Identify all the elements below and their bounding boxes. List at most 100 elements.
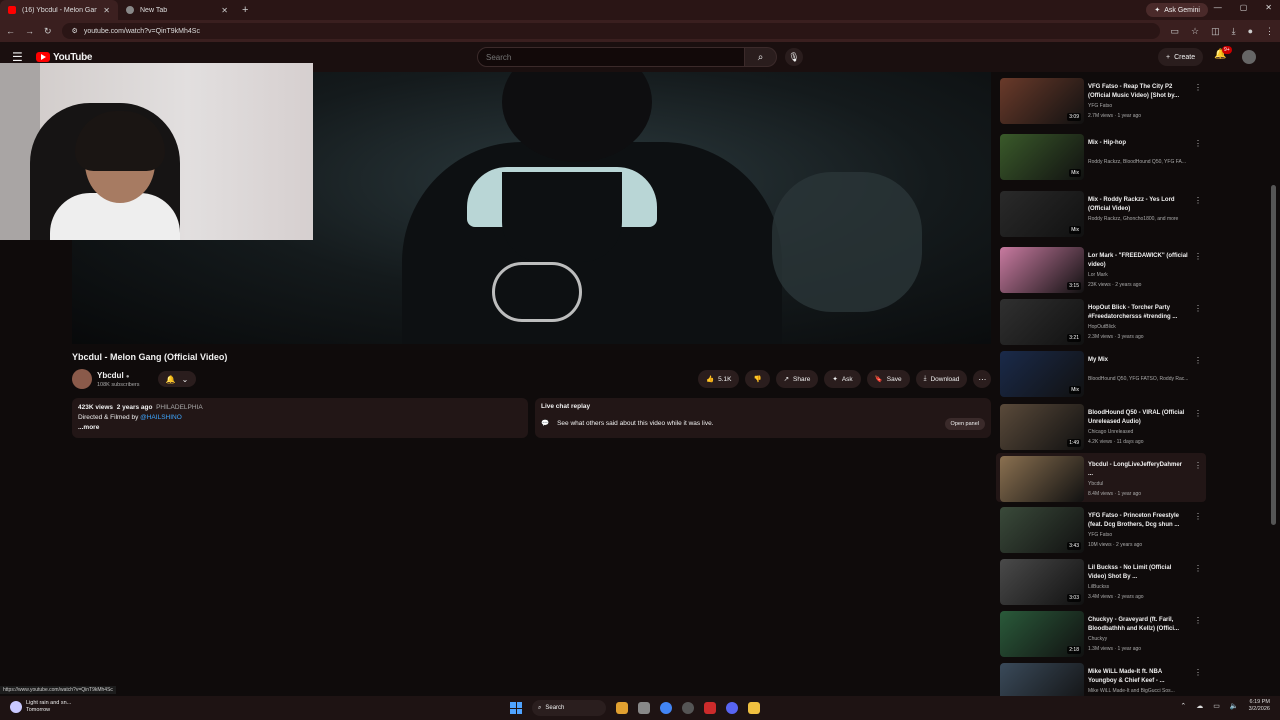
- video-thumbnail[interactable]: 3:03: [1000, 559, 1084, 605]
- volume-icon[interactable]: 🔈: [1230, 702, 1239, 710]
- video-thumbnail[interactable]: [1000, 456, 1084, 502]
- minimize-icon[interactable]: —: [1214, 3, 1222, 12]
- list-item[interactable]: 2:18 Chuckyy - Graveyard (ft. Faril, Bloo…: [996, 608, 1206, 657]
- hamburger-menu-icon[interactable]: ☰: [12, 50, 28, 64]
- more-vertical-icon[interactable]: ⋮: [1194, 252, 1202, 261]
- adobe-icon[interactable]: [704, 702, 716, 714]
- list-item[interactable]: Mix My Mix BloodHound Q50, YFG FATSO, Rodd…: [996, 348, 1206, 397]
- list-item[interactable]: 3:21 HopOut Blick - Torcher Party #Freeda…: [996, 296, 1206, 345]
- channel-name[interactable]: Ybcdul: [1088, 481, 1103, 487]
- channel-name[interactable]: HopOutBlick: [1088, 324, 1116, 330]
- obs-icon[interactable]: [682, 702, 694, 714]
- bookmark-star-icon[interactable]: ☆: [1191, 26, 1199, 37]
- credit-handle-link[interactable]: @HAILSHINO: [140, 414, 182, 421]
- browser-menu-icon[interactable]: ⋮: [1265, 26, 1274, 37]
- video-title[interactable]: Lil Buckss - No Limit (Official Video) S…: [1088, 564, 1188, 582]
- channel-name[interactable]: Chicago Unreleased: [1088, 429, 1133, 435]
- video-title[interactable]: Lor Mark - "FREEDAWICK" (official video): [1088, 252, 1188, 270]
- folder-icon[interactable]: [748, 702, 760, 714]
- search-input[interactable]: [477, 47, 745, 67]
- dislike-button[interactable]: 👎: [745, 370, 770, 388]
- url-field[interactable]: ⚙ youtube.com/watch?v=QinT9kMh4Sc: [61, 23, 1161, 39]
- open-panel-button[interactable]: Open panel: [944, 418, 985, 430]
- video-title[interactable]: VFG Fatso - Reap The City P2 (Official M…: [1088, 83, 1188, 101]
- more-vertical-icon[interactable]: ⋮: [1194, 668, 1202, 677]
- reload-icon[interactable]: ↻: [44, 26, 52, 37]
- like-button[interactable]: 👍 5.1K: [698, 370, 740, 388]
- location-tag[interactable]: PHILADELPHIA: [156, 404, 203, 411]
- list-item[interactable]: Mix Mix - Hip-hop Roddy Rackzz, BloodHound…: [996, 131, 1206, 180]
- discord-icon[interactable]: [726, 702, 738, 714]
- network-icon[interactable]: ▭: [1213, 702, 1220, 710]
- youtube-logo[interactable]: YouTube: [36, 52, 93, 63]
- more-vertical-icon[interactable]: ⋮: [1194, 512, 1202, 521]
- video-thumbnail[interactable]: 3:09: [1000, 78, 1084, 124]
- more-vertical-icon[interactable]: ⋮: [1194, 461, 1202, 470]
- more-vertical-icon[interactable]: ⋮: [1194, 409, 1202, 418]
- widgets-icon[interactable]: [616, 702, 628, 714]
- channel-name[interactable]: Roddy Rackzz, Ghoncho1800, and more: [1088, 216, 1178, 222]
- video-title[interactable]: Ybcdul - LongLiveJefferyDahmer ...: [1088, 461, 1188, 479]
- video-title[interactable]: YFG Fatso - Princeton Freestyle (feat. D…: [1088, 512, 1188, 530]
- cloud-icon[interactable]: ☁: [1196, 702, 1203, 710]
- list-item[interactable]: 3:15 Lor Mark - "FREEDAWICK" (official vi…: [996, 244, 1206, 293]
- browser-tab-new[interactable]: New Tab ✕: [118, 0, 236, 20]
- windows-start-icon[interactable]: [510, 702, 522, 714]
- more-vertical-icon[interactable]: ⋮: [1194, 196, 1202, 205]
- download-icon[interactable]: ⤓: [1232, 26, 1236, 37]
- show-more-link[interactable]: ...more: [78, 423, 522, 433]
- sidepanel-icon[interactable]: ◫: [1211, 26, 1220, 37]
- video-thumbnail[interactable]: 2:18: [1000, 611, 1084, 657]
- site-info-icon[interactable]: ⚙: [72, 27, 78, 35]
- list-item[interactable]: 3:43 YFG Fatso - Princeton Freestyle (fea…: [996, 504, 1206, 553]
- list-item[interactable]: Mix Mix - Roddy Rackzz - Yes Lord (Offici…: [996, 188, 1206, 237]
- clock[interactable]: 6:19 PM 3/2/2026: [1249, 699, 1270, 713]
- channel-name[interactable]: YFG Fatso: [1088, 103, 1112, 109]
- cast-icon[interactable]: ▭: [1170, 26, 1179, 37]
- video-thumbnail[interactable]: 3:43: [1000, 507, 1084, 553]
- video-title[interactable]: Mix - Hip-hop: [1088, 139, 1188, 148]
- page-scrollbar[interactable]: [1271, 185, 1276, 525]
- maximize-icon[interactable]: ▢: [1240, 3, 1248, 12]
- close-window-icon[interactable]: ✕: [1265, 3, 1272, 12]
- more-vertical-icon[interactable]: ⋮: [1194, 304, 1202, 313]
- list-item[interactable]: Mike WiLL Made-It ft. NBA Youngboy & Chi…: [996, 660, 1206, 696]
- channel-name[interactable]: BloodHound Q50, YFG FATSO, Roddy Rac...: [1088, 376, 1188, 382]
- video-thumbnail[interactable]: [1000, 663, 1084, 696]
- more-vertical-icon[interactable]: ⋮: [1194, 564, 1202, 573]
- list-item[interactable]: Ybcdul - LongLiveJefferyDahmer ... Ybcdul…: [996, 453, 1206, 502]
- video-title[interactable]: Mix - Roddy Rackzz - Yes Lord (Official …: [1088, 196, 1188, 214]
- voice-search-button[interactable]: 🎙: [785, 48, 803, 66]
- list-item[interactable]: 3:03 Lil Buckss - No Limit (Official Vide…: [996, 556, 1206, 605]
- forward-icon[interactable]: →: [25, 26, 34, 36]
- video-title[interactable]: My Mix: [1088, 356, 1188, 365]
- video-title[interactable]: Chuckyy - Graveyard (ft. Faril, Bloodbat…: [1088, 616, 1188, 634]
- close-icon[interactable]: ✕: [221, 6, 228, 15]
- more-vertical-icon[interactable]: ⋮: [1194, 139, 1202, 148]
- video-thumbnail[interactable]: Mix: [1000, 134, 1084, 180]
- file-explorer-icon[interactable]: [638, 702, 650, 714]
- channel-name[interactable]: LilBuckss: [1088, 584, 1109, 590]
- channel-avatar[interactable]: [72, 369, 92, 389]
- description-box[interactable]: 423K views 2 years ago PHILADELPHIA Dire…: [72, 398, 528, 438]
- video-thumbnail[interactable]: Mix: [1000, 191, 1084, 237]
- more-actions-button[interactable]: ⋯: [973, 370, 992, 388]
- save-button[interactable]: 🔖 Save: [866, 370, 910, 388]
- video-title[interactable]: BloodHound Q50 - VIRAL (Official Unrelea…: [1088, 409, 1188, 427]
- video-title[interactable]: HopOut Blick - Torcher Party #Freedatorc…: [1088, 304, 1188, 322]
- more-vertical-icon[interactable]: ⋮: [1194, 616, 1202, 625]
- video-thumbnail[interactable]: Mix: [1000, 351, 1084, 397]
- list-item[interactable]: 1:49 BloodHound Q50 - VIRAL (Official Unr…: [996, 401, 1206, 450]
- share-button[interactable]: ↗ Share: [775, 370, 819, 388]
- video-thumbnail[interactable]: 3:21: [1000, 299, 1084, 345]
- channel-name[interactable]: Ybcdul ●: [97, 371, 130, 380]
- video-thumbnail[interactable]: 1:49: [1000, 404, 1084, 450]
- ask-gemini-button[interactable]: ✦ Ask Gemini: [1146, 3, 1208, 17]
- more-vertical-icon[interactable]: ⋮: [1194, 83, 1202, 92]
- video-thumbnail[interactable]: 3:15: [1000, 247, 1084, 293]
- browser-tab-youtube[interactable]: (16) Ybcdul - Melon Gang (Offi ✕: [0, 0, 118, 20]
- ask-button[interactable]: ✦ Ask: [824, 370, 861, 388]
- avatar[interactable]: [1242, 50, 1256, 64]
- channel-name[interactable]: Mike WiLL Made-It and BigGucci Sos...: [1088, 688, 1175, 694]
- chevron-up-icon[interactable]: ⌃: [1180, 702, 1186, 710]
